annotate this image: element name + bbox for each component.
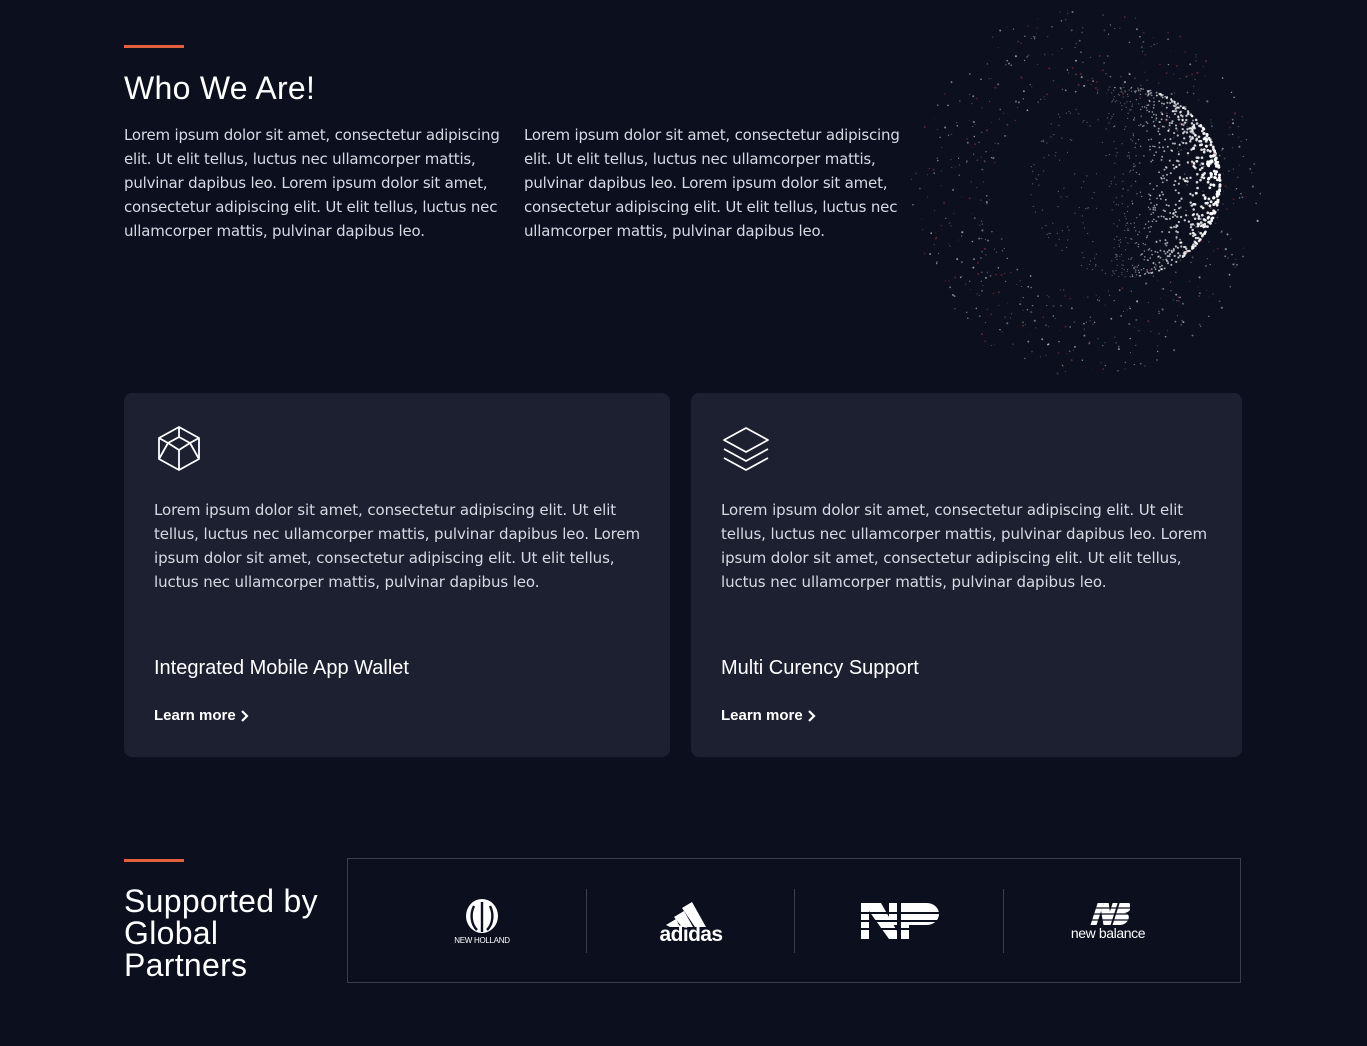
learn-more-link[interactable]: Learn more [721, 705, 817, 727]
new-balance-logo: new balance [1004, 889, 1212, 953]
feature-card-currency: Lorem ipsum dolor sit amet, consectetur … [691, 393, 1242, 757]
cube-icon [158, 426, 200, 471]
particle-globe-image [910, 10, 1262, 375]
feature-card-title: Multi Curency Support [721, 657, 919, 679]
new-balance-wordmark: new balance [1070, 925, 1146, 941]
adidas-logo: adidas [587, 889, 795, 953]
who-we-are-title: Who We Are! [124, 70, 316, 106]
feature-card-wallet: Lorem ipsum dolor sit amet, consectetur … [124, 393, 670, 757]
np-logo [795, 889, 1003, 953]
who-paragraph-left: Lorem ipsum dolor sit amet, consectetur … [124, 126, 500, 240]
section-accent-bar [124, 45, 184, 48]
adidas-wordmark: adidas [659, 923, 724, 946]
feature-card-text: Lorem ipsum dolor sit amet, consectetur … [154, 501, 641, 591]
new-holland-wordmark: NEW HOLLAND [454, 935, 510, 945]
partners-title: Supported by Global Partners [124, 883, 318, 983]
who-paragraph-right: Lorem ipsum dolor sit amet, consectetur … [524, 126, 900, 240]
chevron-right-icon [807, 710, 816, 722]
new-holland-leaf-icon [465, 898, 498, 933]
partners-accent-bar [124, 859, 184, 862]
np-mark-icon [859, 903, 939, 939]
chevron-right-icon [240, 710, 249, 722]
layers-icon [723, 427, 769, 471]
partners-logo-strip: NEW HOLLAND adidas new balance [347, 858, 1241, 983]
learn-more-label: Learn more [154, 707, 236, 724]
feature-card-title: Integrated Mobile App Wallet [154, 657, 409, 679]
new-holland-logo: NEW HOLLAND [378, 889, 586, 953]
learn-more-label: Learn more [721, 707, 803, 724]
feature-card-text: Lorem ipsum dolor sit amet, consectetur … [721, 501, 1208, 591]
new-balance-nb-icon [1086, 903, 1130, 925]
learn-more-link[interactable]: Learn more [154, 705, 250, 727]
